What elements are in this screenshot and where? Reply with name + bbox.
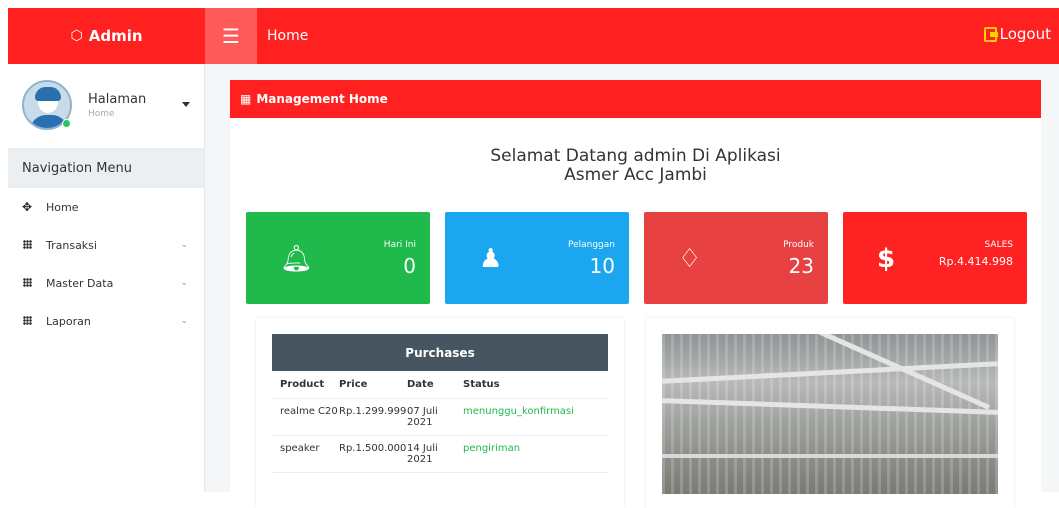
user-icon: ♟: [479, 244, 503, 274]
photo-card: [646, 318, 1014, 508]
table-row: speaker Rp.1.500.000 14 Juli 2021 pengir…: [272, 436, 608, 473]
sidebar-item-transaksi[interactable]: Transaksi ⌄: [8, 226, 204, 264]
store-photo: [662, 334, 998, 494]
product-cell: speaker: [280, 443, 320, 454]
user-name: Halaman: [88, 91, 147, 107]
sidebar-item-laporan[interactable]: Laporan ⌄: [8, 302, 204, 340]
online-status-icon: [62, 119, 71, 128]
grid-icon: [20, 314, 34, 328]
bell-icon: 🔔︎: [280, 244, 314, 274]
sidebar-item-label: Home: [46, 200, 79, 214]
stat-card-hari-ini[interactable]: 🔔︎ Hari Ini 0: [246, 212, 430, 304]
purchases-card: Purchases Product Price Date Status real…: [256, 318, 624, 508]
welcome-line-1: Selamat Datang admin Di Aplikasi: [490, 146, 781, 166]
table-icon: ▦: [240, 92, 252, 106]
logout-button[interactable]: Logout: [983, 25, 1051, 43]
stat-label: Pelanggan: [567, 240, 615, 250]
column-header: Price: [339, 379, 368, 390]
diamond-icon: ♢: [678, 244, 702, 274]
brand-label: Admin: [88, 27, 143, 45]
logout-label: Logout: [999, 25, 1051, 43]
grid-icon: [20, 238, 34, 252]
date-cell: 07 Juli 2021: [407, 406, 438, 428]
main-content: ▦ Management Home Selamat Datang admin D…: [205, 64, 1059, 508]
sidebar-item-label: Transaksi: [46, 238, 97, 252]
price-cell: Rp.1.299.999: [339, 406, 407, 417]
grid-icon: [20, 276, 34, 290]
column-header: Product: [280, 379, 325, 390]
cube-icon: ⬡: [70, 28, 83, 44]
chevron-down-icon: ⌄: [180, 240, 188, 250]
nav-header: Navigation Menu: [8, 148, 204, 188]
stat-label: SALES: [984, 240, 1013, 250]
user-panel[interactable]: Halaman Home: [8, 64, 204, 146]
sidebar-item-master-data[interactable]: Master Data ⌄: [8, 264, 204, 302]
stat-value: Rp.4.414.998: [938, 255, 1013, 268]
stat-value: 23: [788, 254, 814, 278]
user-subtitle: Home: [88, 108, 115, 119]
dollar-icon: $: [877, 244, 896, 274]
panel-header: ▦ Management Home: [230, 80, 1041, 118]
top-navbar: ⬡ Admin ☰ Home Logout: [8, 8, 1059, 64]
table-row: realme C20 Rp.1.299.999 07 Juli 2021 men…: [272, 399, 608, 436]
chevron-down-icon: ⌄: [180, 316, 188, 326]
panel-title: Management Home: [256, 92, 388, 106]
column-header: Date: [407, 379, 434, 390]
stat-card-produk[interactable]: ♢ Produk 23: [644, 212, 828, 304]
caret-down-icon[interactable]: [182, 102, 190, 107]
date-cell: 14 Juli 2021: [407, 443, 438, 465]
purchases-table: Product Price Date Status realme C20 Rp.…: [272, 371, 608, 473]
status-cell: menunggu_konfirmasi: [463, 406, 574, 417]
welcome-line-2: Asmer Acc Jambi: [564, 165, 707, 185]
welcome-message: Selamat Datang admin Di Aplikasi Asmer A…: [230, 147, 1041, 185]
move-icon: ✥: [21, 200, 33, 214]
table-header-row: Product Price Date Status: [272, 371, 608, 399]
stat-cards: 🔔︎ Hari Ini 0 ♟ Pelanggan 10 ♢ Produk 23…: [246, 212, 1027, 304]
sidebar: Halaman Home Navigation Menu ✥ Home Tran…: [8, 64, 205, 492]
purchases-title: Purchases: [272, 334, 608, 371]
stat-card-pelanggan[interactable]: ♟ Pelanggan 10: [445, 212, 629, 304]
logout-icon: [983, 26, 998, 42]
stat-value: 10: [589, 254, 615, 278]
price-cell: Rp.1.500.000: [339, 443, 407, 454]
page-title: Home: [267, 28, 309, 44]
product-cell: realme C20: [280, 406, 338, 417]
sidebar-item-home[interactable]: ✥ Home: [8, 188, 204, 226]
column-header: Status: [463, 379, 500, 390]
hamburger-icon: ☰: [222, 24, 240, 48]
menu-toggle-button[interactable]: ☰: [205, 8, 257, 64]
chevron-down-icon: ⌄: [180, 278, 188, 288]
status-cell: pengiriman: [463, 443, 521, 454]
brand[interactable]: ⬡ Admin: [8, 8, 205, 64]
sidebar-item-label: Laporan: [46, 314, 91, 328]
stat-value: 0: [403, 254, 416, 278]
sidebar-item-label: Master Data: [46, 276, 114, 290]
stat-label: Hari Ini: [383, 240, 416, 250]
stat-label: Produk: [783, 240, 814, 250]
management-panel: ▦ Management Home Selamat Datang admin D…: [230, 80, 1041, 508]
stat-card-sales[interactable]: $ SALES Rp.4.414.998: [843, 212, 1027, 304]
